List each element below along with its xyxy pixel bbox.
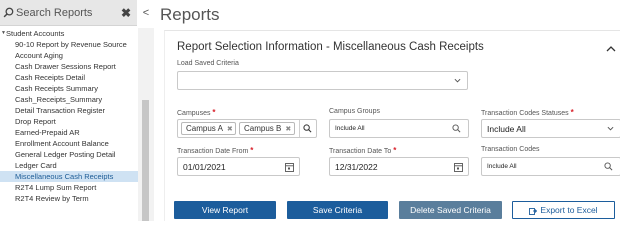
chevron-down-icon [454, 78, 461, 83]
sidebar-report-item[interactable]: R2T4 Lump Sum Report [0, 182, 138, 193]
sidebar-report-item[interactable]: General Ledger Posting Detail [0, 149, 138, 160]
transaction-codes-statuses-label: Transaction Codes Statuses * [481, 108, 574, 117]
clear-search-icon[interactable]: ✖ [121, 6, 131, 20]
search-icon [3, 7, 14, 18]
report-app: ✖ < ▼ Student Accounts 90-10 Report by R… [0, 0, 620, 221]
transaction-date-from-label: Transaction Date From * [177, 146, 254, 155]
delete-saved-criteria-button[interactable]: Delete Saved Criteria [399, 201, 502, 219]
calendar-icon[interactable] [454, 162, 463, 172]
collapse-sidebar-button[interactable]: < [138, 0, 154, 26]
campuses-label: Campuses * [177, 108, 216, 117]
sidebar-report-item[interactable]: Cash Drawer Sessions Report [0, 61, 138, 72]
view-report-button[interactable]: View Report [174, 201, 276, 219]
load-saved-criteria-label: Load Saved Criteria [177, 60, 239, 67]
report-search-input[interactable] [16, 5, 116, 21]
sidebar-report-item[interactable]: Account Aging [0, 50, 138, 61]
export-icon [529, 207, 538, 215]
report-selection-panel: Report Selection Information - Miscellan… [164, 30, 620, 221]
remove-chip-icon[interactable]: ✖ [285, 126, 291, 133]
search-icon [303, 124, 312, 133]
sidebar-report-item[interactable]: Cash Receipts Detail [0, 72, 138, 83]
sidebar-report-item[interactable]: Miscellaneous Cash Receipts [0, 171, 138, 182]
transaction-date-from-input[interactable]: 01/01/2021 [177, 157, 300, 176]
transaction-date-to-label: Transaction Date To * [329, 146, 397, 155]
sidebar-report-item[interactable]: R2T4 Review by Term [0, 193, 138, 204]
sidebar-report-item[interactable]: Detail Transaction Register [0, 105, 138, 116]
chevron-up-icon[interactable] [606, 45, 616, 53]
report-search-box: ✖ [0, 0, 137, 26]
search-icon[interactable] [452, 124, 461, 133]
transaction-codes-field[interactable]: Include All [481, 157, 620, 176]
transaction-codes-statuses-select[interactable]: Include All [481, 119, 620, 138]
caret-down-icon: ▼ [1, 30, 6, 36]
chevron-down-icon [607, 126, 614, 131]
report-sidebar: ✖ < ▼ Student Accounts 90-10 Report by R… [0, 0, 154, 221]
sidebar-report-item[interactable]: Ledger Card [0, 160, 138, 171]
sidebar-report-item[interactable]: Earned-Prepaid AR [0, 127, 138, 138]
transaction-date-to-input[interactable]: 12/31/2022 [329, 157, 469, 176]
save-criteria-button[interactable]: Save Criteria [287, 201, 388, 219]
report-tree: ▼ Student Accounts 90-10 Report by Reven… [0, 28, 138, 221]
transaction-codes-label: Transaction Codes [481, 146, 540, 153]
campuses-multiselect[interactable]: Campus A ✖ Campus B ✖ [177, 119, 317, 138]
sidebar-report-item[interactable]: 90-10 Report by Revenue Source [0, 39, 138, 50]
export-to-excel-button[interactable]: Export to Excel [512, 201, 615, 219]
load-saved-criteria-select[interactable] [177, 71, 468, 90]
sidebar-report-item[interactable]: Drop Report [0, 116, 138, 127]
page-title: Reports [160, 5, 220, 24]
sidebar-report-item[interactable]: Cash_Receipts_Summary [0, 94, 138, 105]
tree-group-student-accounts[interactable]: ▼ Student Accounts [0, 28, 138, 39]
main-content: Reports Report Selection Information - M… [155, 0, 620, 221]
sidebar-scrollbar[interactable] [138, 28, 154, 221]
sidebar-report-item[interactable]: Cash Receipts Summary [0, 83, 138, 94]
campus-chip: Campus B ✖ [239, 122, 295, 135]
campus-groups-label: Campus Groups [329, 108, 380, 115]
sidebar-report-item[interactable]: Enrollment Account Balance [0, 138, 138, 149]
campus-groups-field[interactable]: Include All [329, 119, 469, 138]
tree-group-label: Student Accounts [6, 29, 65, 38]
campus-chip: Campus A ✖ [181, 122, 236, 135]
calendar-icon[interactable] [285, 162, 294, 172]
panel-title: Report Selection Information - Miscellan… [177, 41, 484, 53]
remove-chip-icon[interactable]: ✖ [227, 126, 233, 133]
scrollbar-thumb[interactable] [142, 100, 149, 221]
campus-search-button[interactable] [299, 120, 313, 137]
search-icon[interactable] [604, 162, 613, 171]
